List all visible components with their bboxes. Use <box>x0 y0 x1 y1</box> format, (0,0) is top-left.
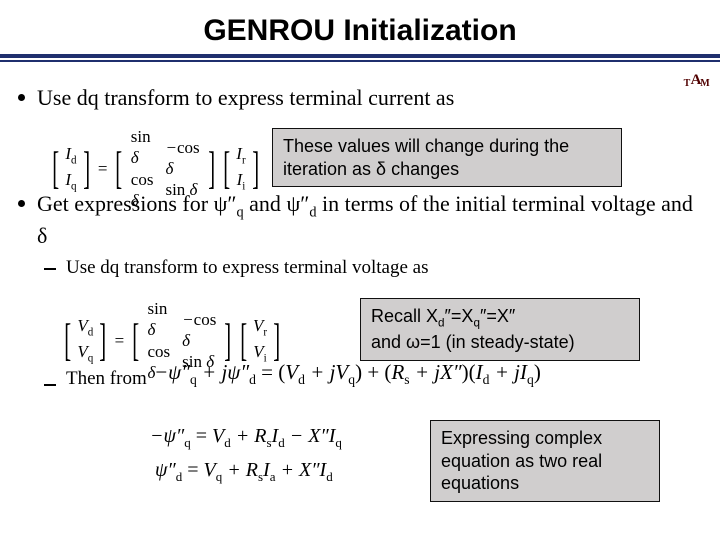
divider-bottom <box>0 60 720 62</box>
equation-real-pair: −ψ″q = Vd + RsId − X″Iq ψ″d = Vq + RsIa … <box>150 420 342 488</box>
equation-matrix-current: [ IdIq ] = [ sin δcos δ −cos δsin δ ] [ … <box>48 126 256 211</box>
divider-top <box>0 54 720 58</box>
note-iteration: These values will change during the iter… <box>272 128 622 187</box>
bullet-dot-icon <box>18 200 25 207</box>
sub-bullet-1-text: Use dq transform to express terminal vol… <box>66 257 428 279</box>
sub-bullet-1: Use dq transform to express terminal vol… <box>44 257 702 279</box>
note-real-eqs: Expressing complex equation as two real … <box>430 420 660 502</box>
bullet-1: Use dq transform to express terminal cur… <box>18 84 702 112</box>
dash-icon <box>44 384 56 386</box>
tamu-logo: A T M <box>680 66 712 92</box>
svg-text:T: T <box>684 78 691 89</box>
note-recall: Recall Xd″=Xq″=X″ and ω=1 (in steady-sta… <box>360 298 640 361</box>
sub-bullet-2: Then from <box>44 368 147 390</box>
bullet-dot-icon <box>18 94 25 101</box>
page-title: GENROU Initialization <box>0 14 720 48</box>
equation-complex: −ψ″q + jψ″d = (Vd + jVq) + (Rs + jX″)(Id… <box>154 360 541 388</box>
sub-bullet-2-text: Then from <box>66 368 147 390</box>
dash-icon <box>44 268 56 270</box>
bullet-1-text: Use dq transform to express terminal cur… <box>37 84 454 112</box>
svg-text:M: M <box>700 78 710 89</box>
